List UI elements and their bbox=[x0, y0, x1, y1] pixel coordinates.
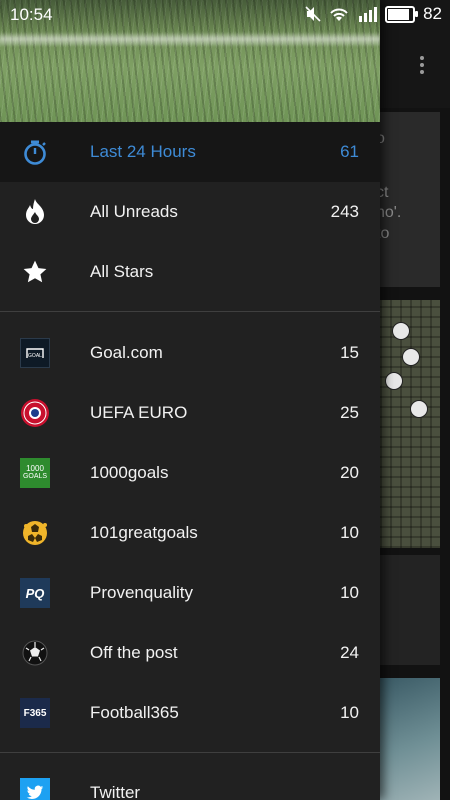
drawer-item-twitter[interactable]: Twitter bbox=[0, 763, 380, 800]
uefa-logo-icon bbox=[20, 398, 50, 428]
drawer-feed-101greatgoals[interactable]: 101greatgoals 10 bbox=[0, 503, 380, 563]
status-time: 10:54 bbox=[10, 5, 53, 24]
unread-count: 25 bbox=[340, 403, 359, 422]
drawer-item-last-24-hours[interactable]: Last 24 Hours 61 bbox=[0, 122, 380, 182]
navigation-drawer: Last 24 Hours 61 All Unreads 243 All Sta… bbox=[0, 0, 380, 800]
unread-count: 10 bbox=[340, 583, 359, 602]
status-bar: 10:54 82 bbox=[0, 0, 450, 30]
football365-logo-icon: F365 bbox=[20, 698, 50, 728]
soccer-ball-icon bbox=[20, 638, 50, 668]
drawer-feed-football365[interactable]: F365 Football365 10 bbox=[0, 683, 380, 743]
drawer-item-label: All Stars bbox=[90, 262, 154, 281]
battery-level: 82 bbox=[423, 4, 442, 23]
drawer-item-all-stars[interactable]: All Stars bbox=[0, 242, 380, 302]
drawer-item-label: All Unreads bbox=[90, 202, 178, 221]
goal-logo-icon: GOAL bbox=[20, 338, 50, 368]
background-article-card[interactable]: o ct no'. to bbox=[376, 112, 440, 287]
stopwatch-icon bbox=[20, 137, 50, 167]
drawer-item-label: Twitter bbox=[90, 783, 141, 800]
drawer-feed-uefa-euro[interactable]: UEFA EURO 25 bbox=[0, 383, 380, 443]
provenquality-logo-icon: PQ bbox=[20, 578, 50, 608]
mute-icon bbox=[305, 6, 321, 22]
signal-icon bbox=[359, 7, 378, 22]
unread-count: 243 bbox=[330, 202, 359, 221]
background-article-card[interactable] bbox=[380, 555, 440, 665]
drawer-item-label: Last 24 Hours bbox=[90, 142, 196, 161]
drawer-divider bbox=[0, 311, 380, 312]
drawer-item-label: UEFA EURO bbox=[90, 403, 188, 422]
unread-count: 15 bbox=[340, 343, 359, 362]
wifi-icon bbox=[330, 8, 348, 21]
drawer-feed-1000goals[interactable]: 1000 GOALS 1000goals 20 bbox=[0, 443, 380, 503]
drawer-item-label: 101greatgoals bbox=[90, 523, 198, 542]
drawer-item-label: 1000goals bbox=[90, 463, 169, 482]
flame-icon bbox=[20, 197, 50, 227]
svg-text:GOAL: GOAL bbox=[28, 353, 42, 359]
drawer-feed-provenquality[interactable]: PQ Provenquality 10 bbox=[0, 563, 380, 623]
unread-count: 10 bbox=[340, 523, 359, 542]
background-image-card[interactable] bbox=[380, 678, 440, 800]
drawer-divider bbox=[0, 752, 380, 753]
drawer-feed-goal-com[interactable]: GOAL Goal.com 15 bbox=[0, 323, 380, 383]
unread-count: 61 bbox=[340, 142, 359, 161]
drawer-item-label: Off the post bbox=[90, 643, 178, 662]
drawer-item-label: Football365 bbox=[90, 703, 179, 722]
overflow-menu-icon[interactable] bbox=[414, 54, 430, 78]
drawer-item-label: Provenquality bbox=[90, 583, 194, 602]
unread-count: 10 bbox=[340, 703, 359, 722]
unread-count: 20 bbox=[340, 463, 359, 482]
star-icon bbox=[20, 257, 50, 287]
1000goals-logo-icon: 1000 GOALS bbox=[20, 458, 50, 488]
twitter-icon bbox=[20, 778, 50, 800]
101greatgoals-logo-icon bbox=[20, 518, 50, 548]
drawer-item-all-unreads[interactable]: All Unreads 243 bbox=[0, 182, 380, 242]
background-image-card[interactable] bbox=[380, 300, 440, 548]
drawer-item-label: Goal.com bbox=[90, 343, 163, 362]
drawer-feed-off-the-post[interactable]: Off the post 24 bbox=[0, 623, 380, 683]
unread-count: 24 bbox=[340, 643, 359, 662]
battery-icon bbox=[385, 5, 419, 23]
